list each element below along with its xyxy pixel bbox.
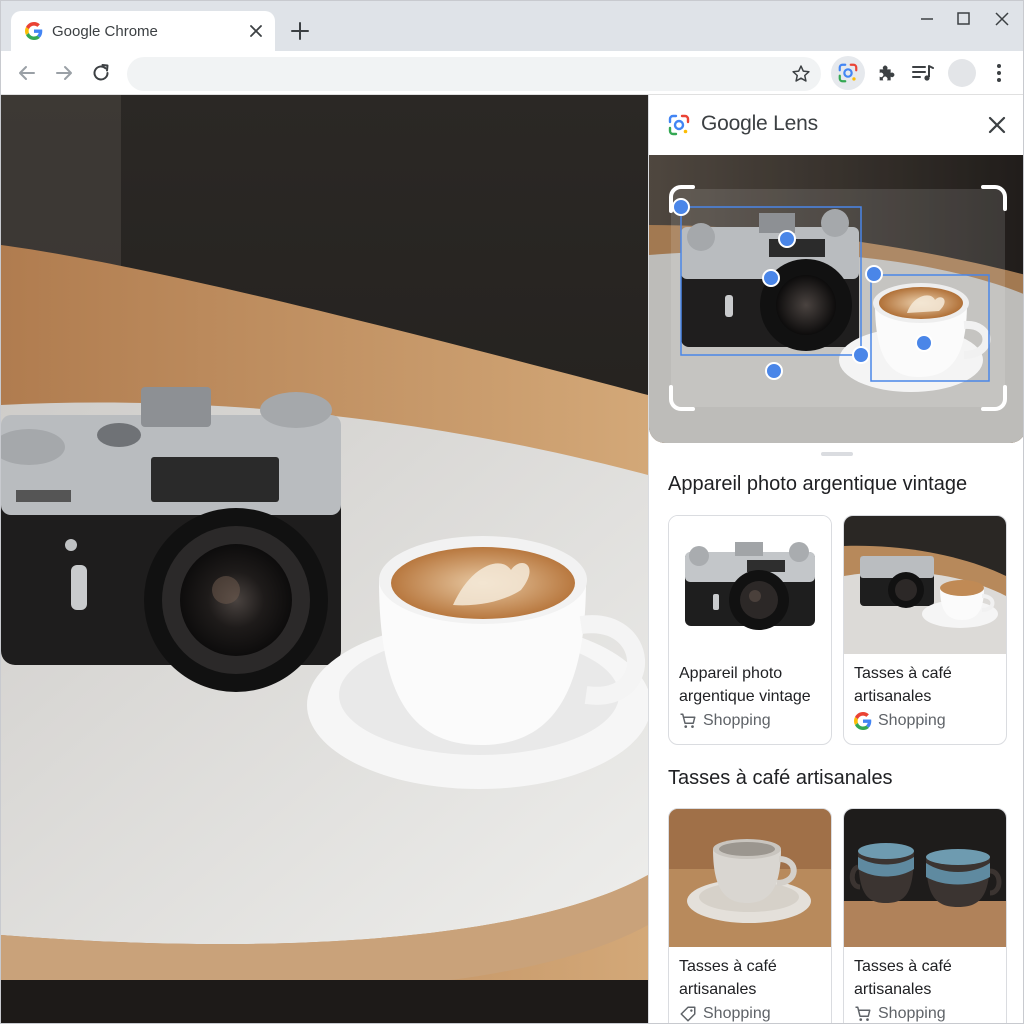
result-source: Shopping (854, 712, 946, 730)
google-g-icon (25, 22, 43, 40)
result-source: Shopping (679, 712, 771, 730)
result-card[interactable]: Tasses à café artisanales Shopping (843, 515, 1007, 745)
cart-icon (680, 713, 696, 728)
google-lens-icon (838, 63, 858, 83)
result-thumbnail (844, 809, 1006, 947)
result-card[interactable]: Tasses à café artisanales Shopping (843, 808, 1007, 1023)
result-thumbnail (844, 516, 1006, 654)
result-thumbnail (669, 516, 831, 654)
lens-header: Google Lens (649, 95, 1023, 155)
browser-window: Google Chrome Google Lens Appareil photo… (0, 0, 1024, 1024)
section-title: Appareil photo argentique vintage (668, 473, 968, 495)
result-source-label: Shopping (703, 712, 771, 729)
star-icon[interactable] (791, 64, 811, 84)
profile-avatar[interactable] (948, 59, 976, 87)
back-button[interactable] (13, 59, 41, 87)
result-title: Tasses à café artisanales (679, 958, 777, 998)
reading-list-icon (912, 65, 934, 81)
result-source: Shopping (679, 1005, 771, 1023)
maximize-icon[interactable] (949, 7, 977, 31)
result-title: Tasses à café artisanales (854, 665, 952, 705)
page-photo-camera-coffee (1, 95, 648, 1023)
close-icon[interactable] (247, 22, 265, 40)
lens-selected-image[interactable] (649, 155, 1023, 443)
arrow-right-icon (56, 66, 72, 80)
result-source: Shopping (854, 1005, 946, 1023)
result-thumbnail (669, 809, 831, 947)
result-source-label: Shopping (878, 1005, 946, 1022)
google-g-icon (854, 712, 872, 730)
cart-icon (855, 1006, 871, 1021)
tab-google-chrome[interactable]: Google Chrome (11, 11, 275, 51)
address-input[interactable] (143, 57, 763, 91)
result-title: Tasses à café artisanales (854, 958, 952, 998)
result-card[interactable]: Tasses à café artisanales Shopping (668, 808, 832, 1023)
kebab-menu-icon (997, 64, 1001, 82)
close-icon[interactable] (985, 113, 1009, 137)
forward-button[interactable] (50, 59, 78, 87)
panel-drag-handle[interactable] (821, 452, 853, 456)
puzzle-icon (879, 65, 895, 81)
minimize-icon[interactable] (913, 7, 941, 31)
lens-title: Google Lens (701, 112, 818, 135)
tag-icon (680, 1006, 696, 1022)
toolbar (1, 51, 1023, 95)
menu-button[interactable] (985, 59, 1013, 87)
reload-button[interactable] (87, 59, 115, 87)
google-lens-button[interactable] (831, 56, 865, 90)
section-title: Tasses à café artisanales (668, 767, 893, 789)
google-lens-panel: Google Lens Appareil photo argentique vi… (648, 95, 1023, 1023)
window-close-icon[interactable] (988, 7, 1016, 31)
result-source-label: Shopping (703, 1005, 771, 1022)
result-card[interactable]: Appareil photo argentique vintage Shoppi… (668, 515, 832, 745)
result-title: Appareil photo argentique vintage (679, 665, 811, 705)
extensions-button[interactable] (873, 59, 901, 87)
reading-list-button[interactable] (909, 59, 937, 87)
google-lens-icon (668, 114, 690, 136)
reload-icon (93, 64, 109, 81)
arrow-left-icon (19, 66, 35, 80)
omnibox[interactable] (127, 57, 821, 91)
result-source-label: Shopping (878, 712, 946, 729)
plus-icon[interactable] (289, 20, 311, 42)
tab-title: Google Chrome (52, 22, 158, 40)
tab-strip: Google Chrome (1, 1, 1023, 51)
